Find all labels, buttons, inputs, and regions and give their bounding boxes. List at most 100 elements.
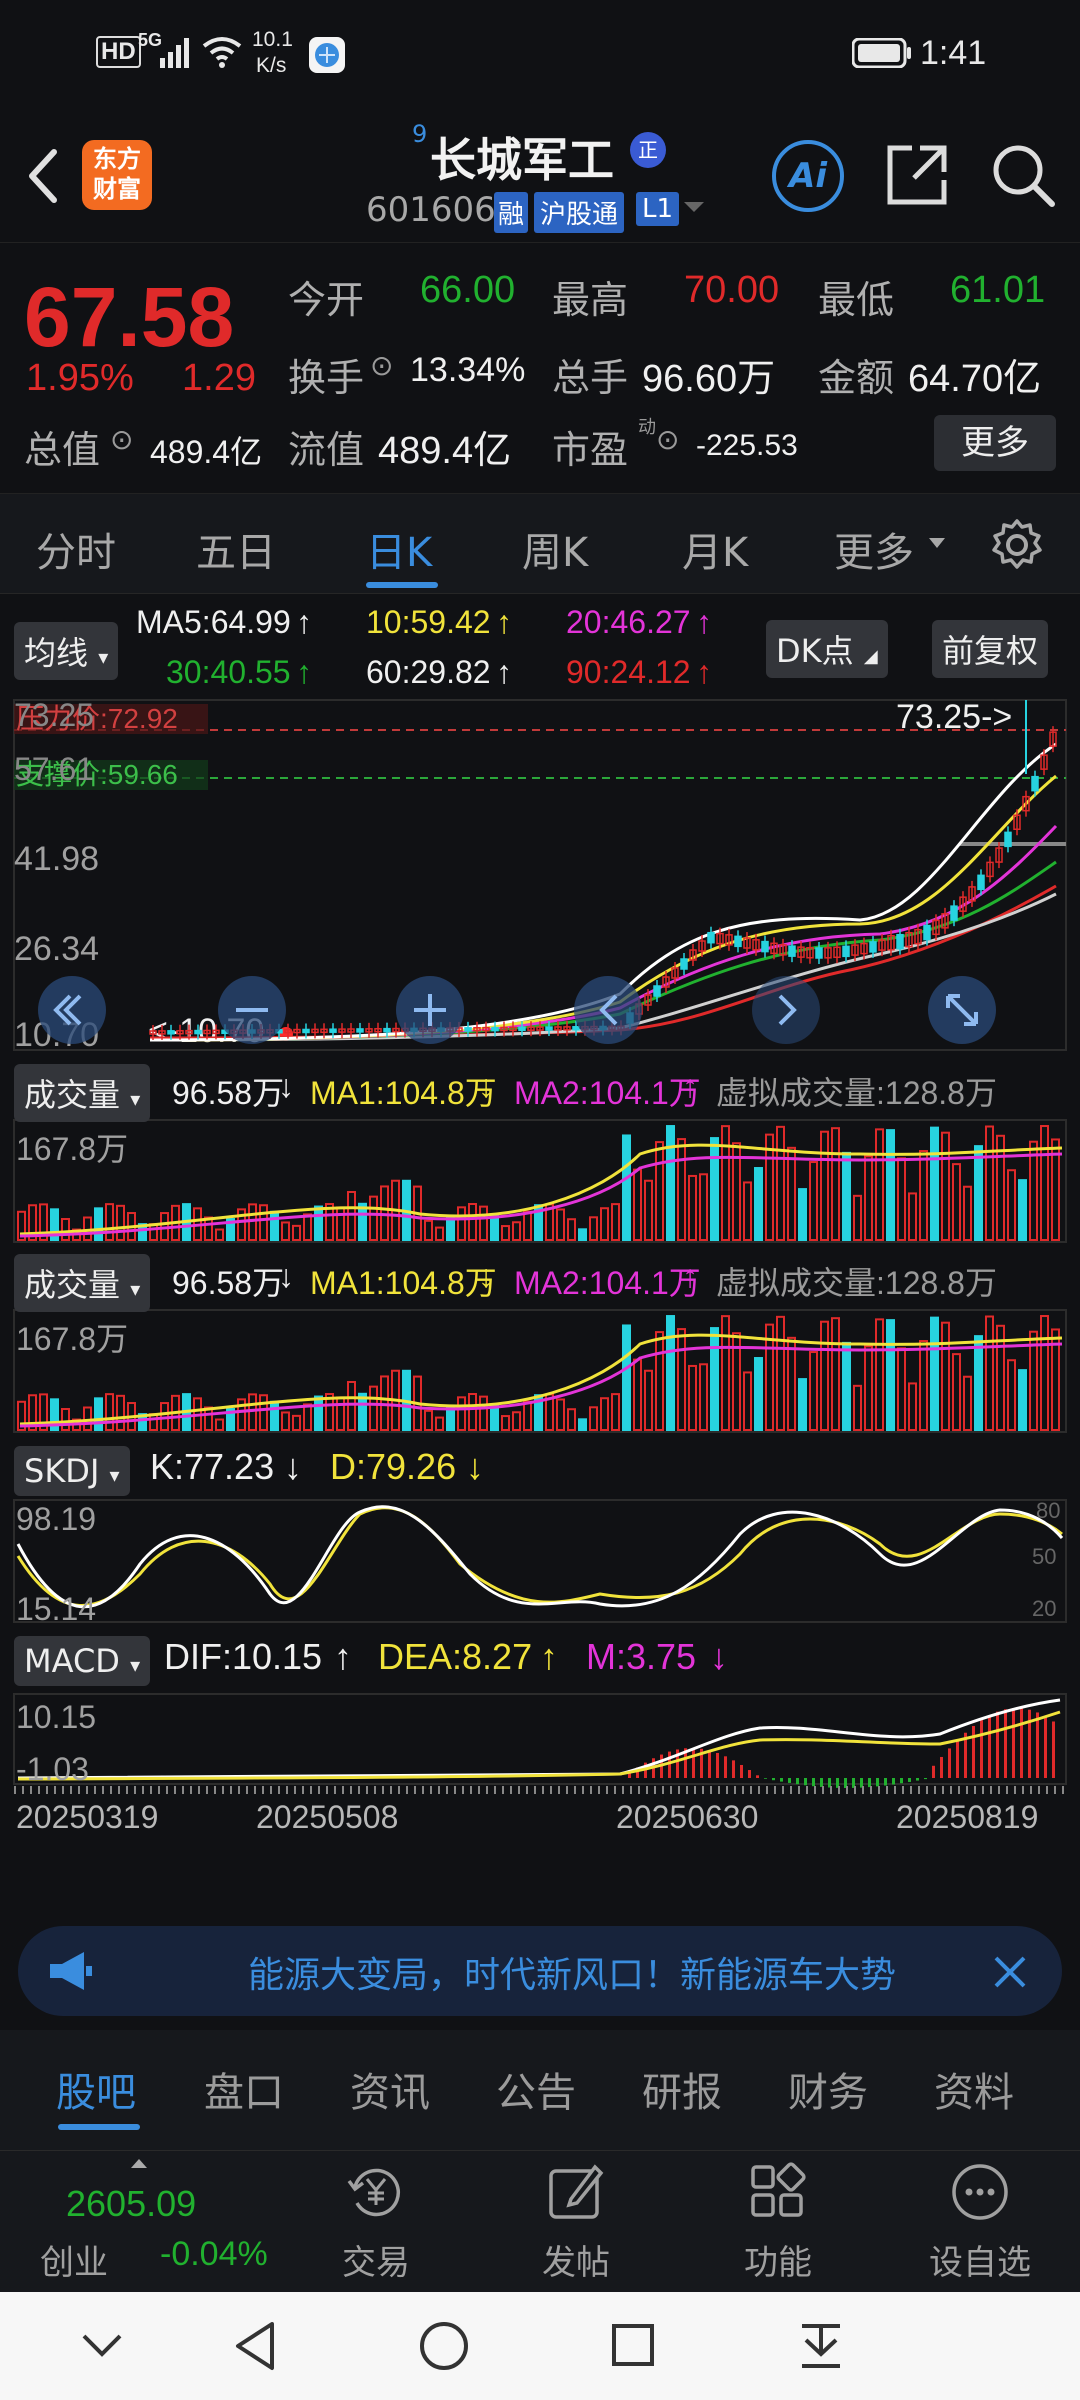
pe-label: 市盈 [552,430,629,472]
tab-profile[interactable]: 资料 [934,2060,1014,2118]
volume-bar [149,1413,158,1432]
nav-recents-icon[interactable] [610,2322,656,2368]
volume2-value: 96.58万 [172,1265,285,1301]
macd-bar [892,1778,895,1785]
tab-forum[interactable]: 股吧 [56,2060,136,2118]
high-label: 最高 [552,280,629,322]
nav-hide-icon[interactable] [80,2330,124,2360]
volume-bar [204,1216,213,1241]
tab-research[interactable]: 研报 [642,2060,722,2118]
nav-home-icon[interactable] [418,2320,470,2372]
ai-button[interactable]: Ai [772,140,844,212]
volume-bar [523,1400,532,1432]
megaphone-icon [50,1952,92,1990]
volume-bar [1040,1315,1049,1431]
back-arrow-icon[interactable] [22,146,62,206]
trade-button[interactable]: 交易 [306,2159,446,2284]
tab-monthly-k[interactable]: 月K [682,520,748,578]
volume-bar [776,1315,785,1431]
info-icon[interactable]: ⊙ [110,423,133,456]
volume2-ma2-arrow: ↑ [682,1258,698,1294]
volume-bar [743,1371,752,1432]
info-icon[interactable]: ⊙ [370,349,393,382]
volume-bar [567,1408,576,1432]
macd-bar [940,1756,943,1778]
volume2-arrow: ↓ [278,1258,294,1294]
volume-bar [94,1397,103,1432]
volume-bar [820,1320,829,1432]
index-name[interactable]: 创业 [40,2235,108,2284]
chevron-up-icon[interactable] [130,2157,148,2169]
add-watchlist-button[interactable]: 设自选 [910,2159,1050,2284]
tab-financials[interactable]: 财务 [788,2060,868,2118]
volume-bar [853,1384,862,1432]
tab-orderbook[interactable]: 盘口 [204,2060,284,2118]
kline-chart-area[interactable]: 均线 ▾ MA5:64.99 ↑ 10:59.42 ↑ 20:46.27 ↑ 3… [0,594,1080,1904]
promo-banner[interactable]: 能源大变局，时代新风口！新能源车大势 [18,1926,1062,2016]
volume-bar [556,1398,565,1431]
macd-indicator-selector[interactable]: MACD ▾ [14,1636,151,1686]
share-icon[interactable] [884,142,950,208]
volume-bar [864,1345,873,1431]
info-icon[interactable]: ⊙ [656,423,679,456]
scroll-right-button [752,976,820,1044]
open-label: 今开 [288,280,365,322]
volume-bar [875,1128,884,1242]
volume-bar [897,1347,906,1431]
tab-intraday[interactable]: 分时 [36,520,116,578]
pe-superscript: 动 [638,417,656,437]
nav-download-icon[interactable] [798,2320,844,2372]
float-value: 489.4亿 [378,430,512,472]
grid-icon [751,2162,806,2217]
app-logo[interactable]: 东方 财富 [82,140,152,210]
date-label-2: 20250508 [256,1799,398,1835]
candle-body [842,945,850,958]
volume-bar [479,1395,488,1431]
tab-news[interactable]: 资讯 [350,2060,430,2118]
close-icon[interactable] [990,1952,1030,1992]
macd-bar [884,1778,887,1786]
volume1-virtual: 虚拟成交量:128.8万 [716,1075,997,1111]
scroll-left-button [574,976,642,1044]
volume-bar [875,1318,884,1432]
volume-bar [611,1203,620,1242]
macd-bar [724,1756,727,1778]
more-quote-button[interactable]: 更多 [934,415,1056,471]
dropdown-icon[interactable] [682,198,706,218]
volume-bar [270,1210,279,1241]
volume-bar [809,1161,818,1241]
post-button[interactable]: 发帖 [506,2159,646,2284]
candle-body [707,931,715,944]
net-speed: 10.1 [252,28,293,51]
gear-icon[interactable] [990,518,1044,572]
index-value[interactable]: 2605.09 [66,2183,196,2225]
volume2-indicator-selector[interactable]: 成交量 ▾ [14,1254,151,1312]
volume-bar [919,1340,928,1431]
volume-bar [369,1385,378,1431]
axis-label-top: 73.25 [14,697,94,733]
volume1-indicator-selector[interactable]: 成交量 ▾ [14,1064,151,1122]
candle-body [923,924,931,941]
mktcap-label: 总值 [24,430,101,472]
functions-button[interactable]: 功能 [708,2159,848,2284]
macd-bar [748,1770,751,1778]
tab-daily-k[interactable]: 日K [366,520,432,578]
macd-bar [868,1778,871,1788]
nav-back-icon[interactable] [232,2320,278,2372]
volume-bar [798,1378,807,1431]
search-icon[interactable] [988,140,1058,210]
clock: 1:41 [920,34,987,72]
volume-bar [1018,1179,1027,1242]
volume-bar [754,1357,763,1431]
index-change[interactable]: -0.04% [160,2235,268,2274]
macd-bar [916,1778,919,1781]
trade-icon [347,2168,401,2217]
macd-bar [820,1778,823,1787]
volume-bar [468,1393,477,1431]
tab-announcements[interactable]: 公告 [496,2060,576,2118]
macd-bar [1036,1712,1039,1778]
tab-more[interactable]: 更多 [834,520,914,578]
skdj-indicator-selector[interactable]: SKDJ ▾ [14,1446,130,1496]
tab-weekly-k[interactable]: 周K [522,520,588,578]
tab-five-day[interactable]: 五日 [196,520,276,578]
